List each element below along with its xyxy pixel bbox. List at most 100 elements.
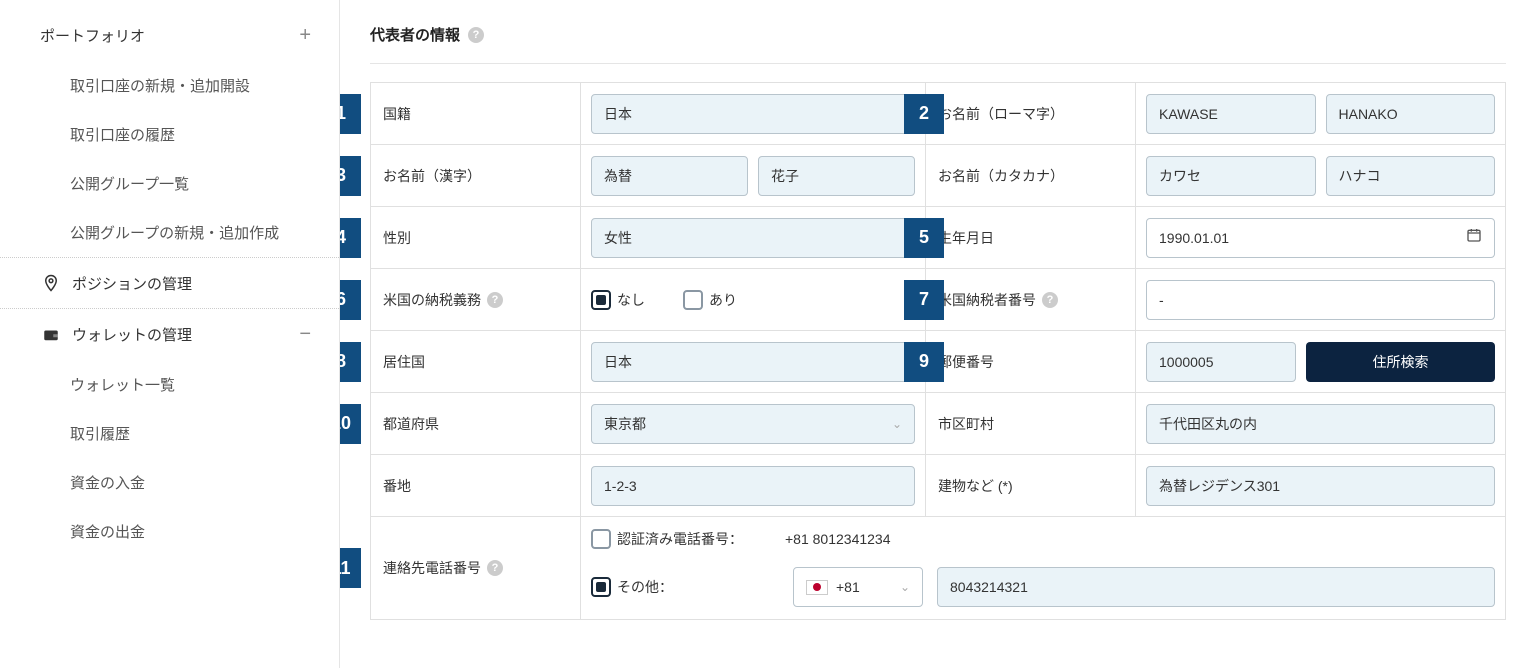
gender-input[interactable]: 女性 (591, 218, 915, 258)
sidebar-portfolio[interactable]: ポートフォリオ + (0, 10, 339, 61)
expand-icon[interactable]: + (299, 24, 311, 47)
step-badge-7: 7 (904, 280, 944, 320)
building-input[interactable] (1146, 466, 1495, 506)
postal-input[interactable] (1146, 342, 1296, 382)
label-ustin: 7 米国納税者番号 ? (926, 269, 1136, 330)
name-kanji-last-input[interactable] (591, 156, 748, 196)
ustin-input[interactable]: - (1146, 280, 1495, 320)
sidebar-item-label: 取引履歴 (70, 423, 130, 444)
label-text: 米国納税者番号 (938, 290, 1036, 310)
label-text: お名前（漢字） (383, 166, 481, 186)
residence-input[interactable] (591, 342, 915, 382)
sidebar-item-label: 資金の出金 (70, 521, 145, 542)
representative-form: 1 国籍 2 お名前（ローマ字） 3 お名前（漢字） (370, 82, 1506, 620)
prefecture-select[interactable]: 東京都 ⌄ (591, 404, 915, 444)
sidebar-public-groups[interactable]: 公開グループ一覧 (0, 159, 339, 208)
phone-other-input[interactable] (937, 567, 1495, 607)
phone-country-select[interactable]: +81 ⌄ (793, 567, 923, 607)
sidebar-item-label: 取引口座の履歴 (70, 124, 175, 145)
row-gender-birth: 4 性別 女性 5 生年月日 1990.01.01 (371, 206, 1505, 268)
label-nationality: 1 国籍 (371, 83, 581, 144)
row-pref-city: 10 都道府県 東京都 ⌄ 市区町村 (371, 392, 1505, 454)
birth-date-input[interactable]: 1990.01.01 (1146, 218, 1495, 258)
checkbox-empty-icon[interactable] (683, 290, 703, 310)
flag-jp-icon (806, 580, 828, 595)
row-ustax-ustin: 6 米国の納税義務 ? なし あり 7 米国納税者番号 ? - (371, 268, 1505, 330)
calendar-icon[interactable] (1466, 227, 1482, 248)
name-kanji-first-input[interactable] (758, 156, 915, 196)
name-roman-first-input[interactable] (1326, 94, 1496, 134)
help-icon[interactable]: ? (487, 292, 503, 308)
help-icon[interactable]: ? (487, 560, 503, 576)
row-kanji-kana: 3 お名前（漢字） お名前（カタカナ） (371, 144, 1505, 206)
label-text: 市区町村 (938, 414, 994, 434)
phone-verified-option[interactable]: 認証済み電話番号： (591, 529, 743, 549)
sidebar-item-label: ポジションの管理 (72, 273, 192, 294)
sidebar-item-label: ポートフォリオ (40, 25, 145, 46)
checkbox-empty-icon[interactable] (591, 529, 611, 549)
sidebar-create-group[interactable]: 公開グループの新規・追加作成 (0, 208, 339, 257)
name-roman-last-input[interactable] (1146, 94, 1316, 134)
help-icon[interactable]: ? (1042, 292, 1058, 308)
step-badge-10: 10 (340, 404, 361, 444)
row-residence-postal: 8 居住国 9 郵便番号 住所検索 (371, 330, 1505, 392)
step-badge-5: 5 (904, 218, 944, 258)
label-city: 市区町村 (926, 393, 1136, 454)
sidebar-deposit[interactable]: 資金の入金 (0, 458, 339, 507)
row-nationality-roman: 1 国籍 2 お名前（ローマ字） (371, 82, 1505, 144)
sidebar-item-label: 取引口座の新規・追加開設 (70, 75, 250, 96)
sidebar-open-account[interactable]: 取引口座の新規・追加開設 (0, 61, 339, 110)
row-phone: 11 連絡先電話番号 ? 認証済み電話番号： +81 8012341234 その… (371, 516, 1505, 619)
label-text: 米国の納税義務 (383, 290, 481, 310)
input-name-roman-wrap (1136, 83, 1505, 144)
ustax-yes-option[interactable]: あり (683, 290, 737, 310)
ustax-no-option[interactable]: なし (591, 290, 645, 310)
name-kana-first-input[interactable] (1326, 156, 1496, 196)
street-input[interactable] (591, 466, 915, 506)
label-text: 国籍 (383, 104, 411, 124)
input-name-kanji-wrap (581, 145, 926, 206)
sidebar: ポートフォリオ + 取引口座の新規・追加開設 取引口座の履歴 公開グループ一覧 … (0, 0, 340, 668)
label-text: 居住国 (383, 352, 425, 372)
phone-verified-line: 認証済み電話番号： +81 8012341234 (591, 529, 1495, 549)
label-text: 番地 (383, 476, 411, 496)
step-badge-6: 6 (340, 280, 361, 320)
label-prefecture: 10 都道府県 (371, 393, 581, 454)
section-title: 代表者の情報 ? (370, 20, 1506, 64)
nationality-input[interactable] (591, 94, 915, 134)
input-name-kana-wrap (1136, 145, 1505, 206)
pin-icon (40, 272, 62, 294)
sidebar-item-label: 資金の入金 (70, 472, 145, 493)
checkbox-checked-icon[interactable] (591, 577, 611, 597)
step-badge-3: 3 (340, 156, 361, 196)
phone-block: 認証済み電話番号： +81 8012341234 その他： +81 ⌄ (581, 517, 1505, 619)
checkbox-checked-icon[interactable] (591, 290, 611, 310)
sidebar-item-label: ウォレット一覧 (70, 374, 175, 395)
sidebar-tx-history[interactable]: 取引履歴 (0, 409, 339, 458)
sidebar-wallet-management[interactable]: ウォレットの管理 − (0, 308, 339, 360)
sidebar-account-history[interactable]: 取引口座の履歴 (0, 110, 339, 159)
main-content: 代表者の情報 ? 1 国籍 2 お名前（ローマ字） 3 (340, 0, 1536, 668)
address-search-button[interactable]: 住所検索 (1306, 342, 1495, 382)
help-icon[interactable]: ? (468, 27, 484, 43)
sidebar-position-management[interactable]: ポジションの管理 (0, 257, 339, 308)
name-kana-last-input[interactable] (1146, 156, 1316, 196)
label-birth: 5 生年月日 (926, 207, 1136, 268)
gender-value: 女性 (604, 228, 632, 248)
option-label: なし (617, 290, 645, 310)
sidebar-item-label: 公開グループの新規・追加作成 (70, 222, 279, 243)
phone-other-option[interactable]: その他： (591, 577, 751, 597)
label-text: お名前（ローマ字） (938, 104, 1064, 124)
step-badge-4: 4 (340, 218, 361, 258)
sidebar-withdraw[interactable]: 資金の出金 (0, 507, 339, 556)
label-phone: 11 連絡先電話番号 ? (371, 517, 581, 619)
collapse-icon[interactable]: − (299, 323, 311, 346)
label-ustax: 6 米国の納税義務 ? (371, 269, 581, 330)
phone-verified-value: +81 8012341234 (785, 531, 891, 547)
city-input[interactable] (1146, 404, 1495, 444)
label-text: 郵便番号 (938, 352, 994, 372)
sidebar-wallet-list[interactable]: ウォレット一覧 (0, 360, 339, 409)
row-street-building: 番地 建物など (*) (371, 454, 1505, 516)
phone-verified-label: 認証済み電話番号： (617, 529, 743, 549)
wallet-icon (40, 324, 62, 346)
